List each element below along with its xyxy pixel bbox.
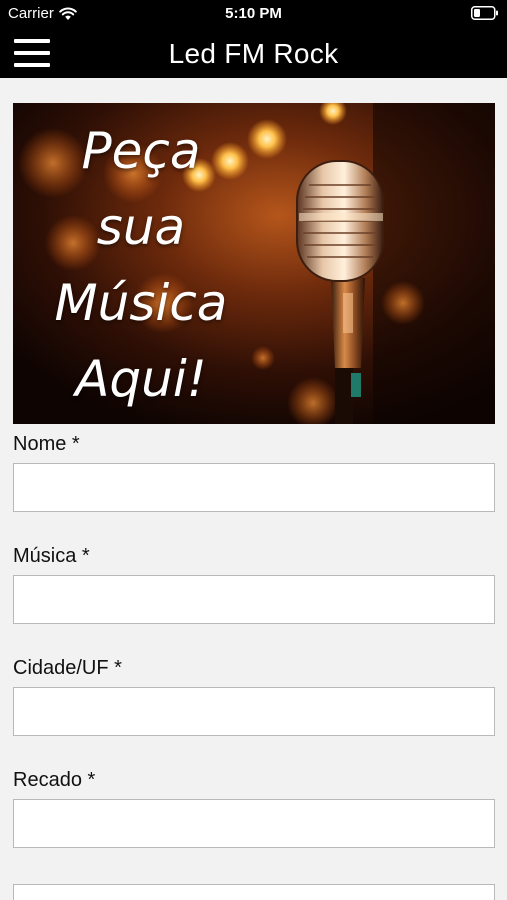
status-time: 5:10 PM xyxy=(225,5,282,22)
next-field-partial[interactable] xyxy=(13,884,495,900)
recado-label: Recado * xyxy=(13,769,96,791)
recado-input[interactable] xyxy=(13,799,495,848)
banner-line: Aqui! xyxy=(75,350,207,408)
app-title: Led FM Rock xyxy=(168,38,339,69)
banner-headline: Peça sua Música Aqui! xyxy=(31,113,251,417)
banner-image: Peça sua Música Aqui! xyxy=(13,103,495,424)
cidade-uf-label: Cidade/UF * xyxy=(13,657,122,679)
battery-icon xyxy=(471,6,498,20)
banner-line: Peça xyxy=(81,122,201,180)
musica-input[interactable] xyxy=(13,575,495,624)
banner-line: Música xyxy=(54,274,228,332)
nav-bar: Led FM Rock xyxy=(0,28,507,78)
nome-input[interactable] xyxy=(13,463,495,512)
nome-label: Nome * xyxy=(13,433,80,455)
status-bar: Carrier 5:10 PM xyxy=(0,0,507,28)
musica-label: Música * xyxy=(13,545,90,567)
banner-line: sua xyxy=(96,198,186,256)
cidade-uf-input[interactable] xyxy=(13,687,495,736)
